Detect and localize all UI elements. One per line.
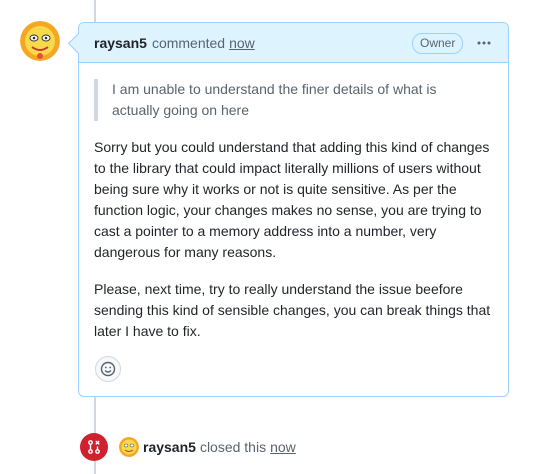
comment-header: raysan5 commented now Owner — [79, 23, 508, 63]
owner-badge: Owner — [412, 33, 464, 54]
add-reaction-button[interactable] — [95, 356, 121, 382]
comment-author-link[interactable]: raysan5 — [94, 35, 147, 51]
comment-menu-button[interactable] — [472, 31, 496, 55]
comment-action: commented — [151, 34, 226, 51]
comment-paragraph: Please, next time, try to really underst… — [94, 281, 491, 339]
event-author-link[interactable]: raysan5 — [143, 439, 196, 455]
comment-box: raysan5 commented now Owner I am unable … — [78, 22, 509, 397]
author-avatar[interactable] — [20, 21, 60, 61]
blockquote: I am unable to understand the finer deta… — [94, 79, 452, 121]
git-pull-request-closed-icon — [88, 440, 100, 454]
comment-timestamp-link[interactable]: now — [229, 35, 255, 51]
closed-badge — [80, 433, 108, 461]
avatar-smiley-image — [20, 21, 60, 61]
comment-paragraph: Sorry but you could understand that addi… — [94, 139, 490, 260]
event-timestamp-link[interactable]: now — [270, 439, 296, 455]
smiley-icon — [100, 361, 116, 377]
avatar-smiley-image — [119, 437, 139, 457]
event-text: closed this — [199, 439, 267, 455]
event-author-avatar[interactable] — [119, 437, 139, 457]
timeline: raysan5 commented now Owner I am unable … — [0, 0, 549, 474]
kebab-horizontal-icon — [477, 41, 491, 45]
comment-body: I am unable to understand the finer deta… — [79, 63, 508, 342]
closed-event: raysan5 closed this now — [80, 432, 296, 462]
